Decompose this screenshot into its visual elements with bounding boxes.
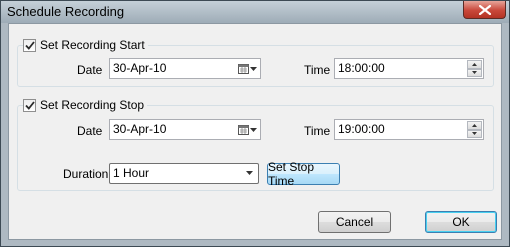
stop-date-dropdown-button[interactable] [235,121,259,138]
stop-time-down-button[interactable] [467,129,482,138]
ok-label: OK [452,215,470,229]
cancel-label: Cancel [335,215,374,229]
dialog-body: Set Recording Start Date 30-Apr-10 Time … [8,23,502,240]
duration-select[interactable]: 1 Hour [109,163,259,184]
stop-date-label: Date [77,124,103,138]
chevron-down-icon [249,127,257,132]
set-stop-time-label: Set Stop Time [268,160,315,188]
start-time-up-button[interactable] [467,60,482,69]
stop-time-label: Time [304,124,331,138]
title-bar[interactable]: Schedule Recording [1,1,509,23]
start-time-down-button[interactable] [467,68,482,77]
spin-up-icon [472,62,477,66]
cancel-button[interactable]: Cancel [318,211,391,233]
spin-down-icon [472,71,477,75]
calendar-icon [237,64,249,74]
start-date-picker[interactable]: 30-Apr-10 [109,58,261,79]
checkmark-icon [24,40,35,50]
stop-date-picker[interactable]: 30-Apr-10 [109,119,261,140]
stop-time-value: 19:00:00 [338,122,385,136]
stop-date-value: 30-Apr-10 [113,122,167,136]
checkbox-box[interactable] [23,38,36,52]
start-time-label: Time [304,63,331,77]
calendar-icon [237,125,249,135]
close-button[interactable] [463,1,506,19]
window-title: Schedule Recording [7,4,125,19]
spin-down-icon [472,132,477,136]
start-date-dropdown-button[interactable] [235,60,259,77]
duration-value: 1 Hour [113,166,150,180]
start-time-field[interactable]: 18:00:00 [334,58,484,79]
set-recording-start-label: Set Recording Start [40,38,145,52]
checkbox-box[interactable] [23,98,36,112]
set-recording-start-checkbox[interactable]: Set Recording Start [23,38,148,52]
schedule-recording-dialog: Schedule Recording Set Recording Start D… [0,0,510,247]
spin-up-icon [472,123,477,127]
close-icon [478,4,491,15]
start-date-label: Date [77,63,103,77]
start-date-value: 30-Apr-10 [113,61,167,75]
stop-time-up-button[interactable] [467,121,482,130]
start-time-spinner[interactable] [467,60,482,77]
set-recording-stop-label: Set Recording Stop [40,98,145,112]
set-recording-stop-checkbox[interactable]: Set Recording Stop [23,98,148,112]
start-time-value: 18:00:00 [338,61,385,75]
ok-button[interactable]: OK [425,211,497,233]
set-stop-time-button[interactable]: Set Stop Time [267,160,340,188]
stop-time-field[interactable]: 19:00:00 [334,119,484,140]
stop-time-spinner[interactable] [467,121,482,138]
chevron-down-icon [246,171,253,175]
duration-label: Duration [63,167,109,181]
checkmark-icon [24,100,35,110]
chevron-down-icon [249,66,257,71]
